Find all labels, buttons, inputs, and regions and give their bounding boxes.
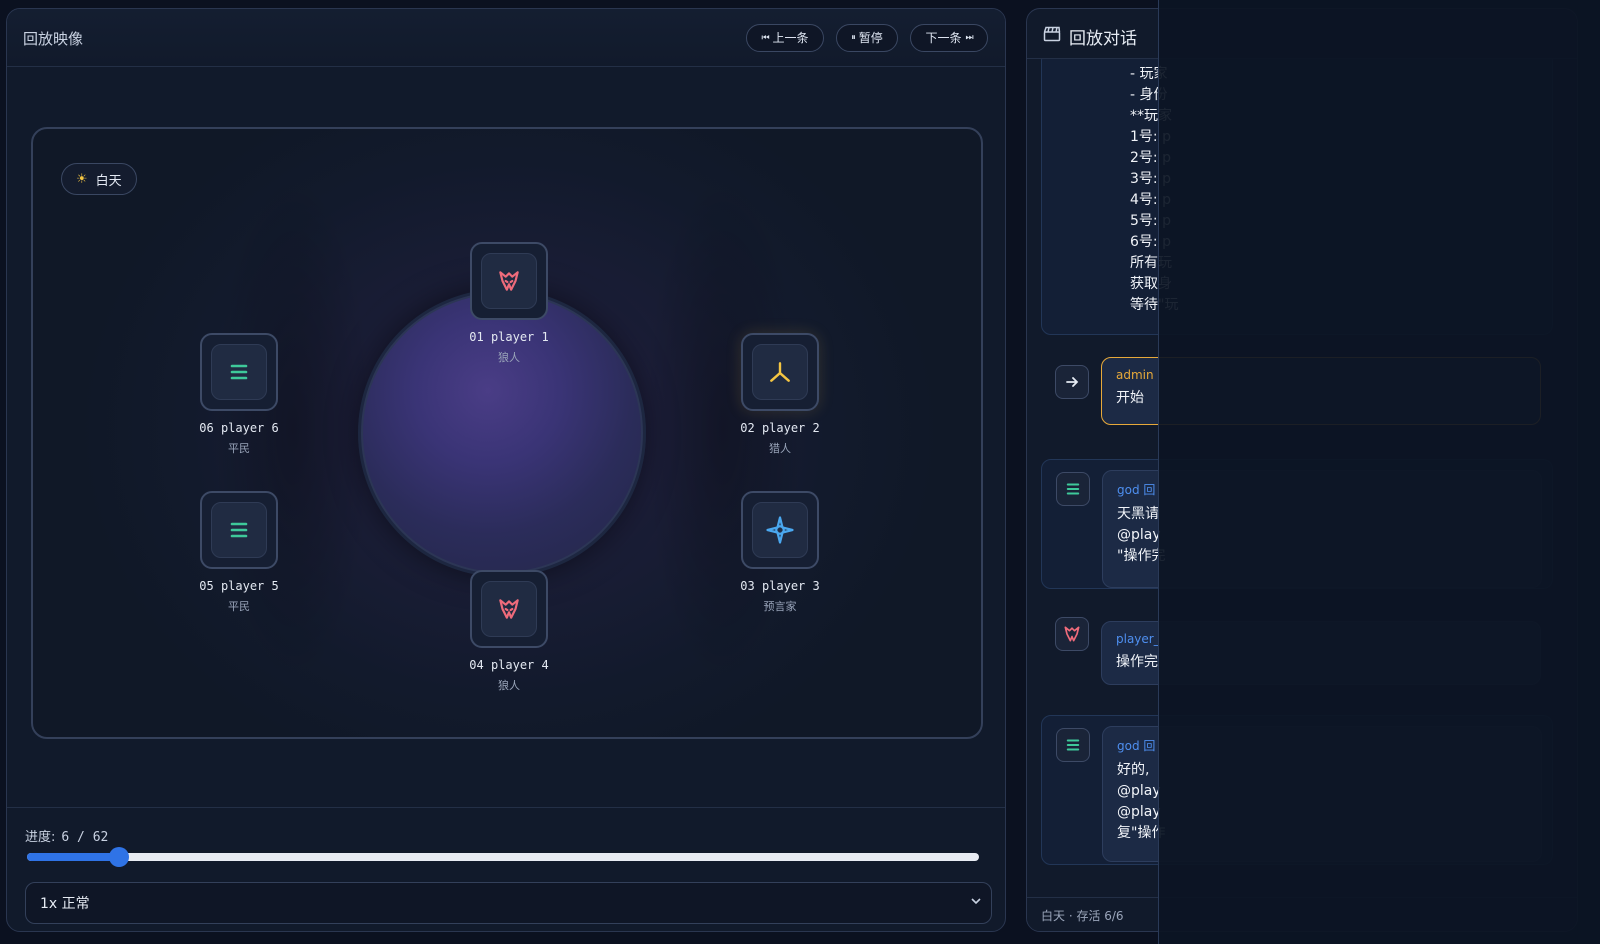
speed-value: 1x 正常 [40,896,90,912]
replay-title: 回放映像 [23,30,84,48]
chat-title: 回放对话 [1069,29,1137,49]
player-tile [470,242,548,320]
menu-icon [1056,472,1090,506]
villager-icon [230,364,248,380]
wolf-icon [499,271,519,291]
player-role: 狼人 [498,351,520,364]
player-tile [741,333,819,411]
player-tile [741,491,819,569]
status-text: 白天 · 存活 6/6 [1041,909,1124,923]
wolf-icon [1055,617,1089,651]
clapperboard-icon [1043,26,1061,42]
phase-label: 白天 [95,173,122,189]
menu-icon [1056,728,1090,762]
player-role: 平民 [228,442,250,455]
player-role: 平民 [228,600,250,613]
replay-header: 回放映像 ⏮ 上一条 ⏸ 暂停 下一条 ⏭ [7,9,1005,67]
speed-select[interactable]: 1x 正常 [25,882,992,924]
hunter-icon [770,362,790,382]
villager-icon [230,522,248,538]
player-seat-5[interactable]: 05 player 5 平民 [179,491,299,614]
progress-fill [27,853,120,861]
player-name: 03 player 3 [740,579,820,593]
chevron-down-icon [971,898,981,905]
player-seat-3[interactable]: 03 player 3 预言家 [720,491,840,614]
arrow-right-icon [1055,365,1089,399]
seer-icon [766,516,794,544]
player-role: 狼人 [498,679,520,692]
progress-label: 进度: 6 / 62 [25,830,109,845]
progress-thumb[interactable] [109,847,130,867]
previous-button-label: 上一条 [772,31,809,45]
progress-slider[interactable] [27,847,979,867]
player-name: 06 player 6 [199,421,279,435]
pause-button[interactable]: ⏸ 暂停 [836,24,898,52]
player-role: 预言家 [763,600,797,613]
player-tile [200,333,278,411]
player-name: 05 player 5 [199,579,279,593]
skip-back-icon: ⏮ [761,33,769,43]
player-seat-6[interactable]: 06 player 6 平民 [179,333,299,456]
previous-button[interactable]: ⏮ 上一条 [746,24,824,52]
player-seat-4[interactable]: 04 player 4 狼人 [449,570,569,693]
progress-value: 6 / 62 [61,830,109,845]
player-seat-2[interactable]: 02 player 2 猎人 [720,333,840,456]
phase-badge: ☀ 白天 [61,163,137,195]
player-name: 04 player 4 [469,658,549,672]
overlay-panel [1158,0,1600,944]
player-seat-1[interactable]: 01 player 1 狼人 [449,242,569,365]
pause-button-label: 暂停 [858,31,883,45]
player-role: 猎人 [769,442,791,455]
replay-panel: 回放映像 ⏮ 上一条 ⏸ 暂停 下一条 ⏭ ☀ 白天 01 player 1 狼… [6,8,1006,932]
pause-icon: ⏸ [851,33,855,43]
skip-forward-icon: ⏭ [965,33,973,43]
player-tile [200,491,278,569]
sun-icon: ☀ [76,171,88,187]
wolf-icon [499,599,519,619]
next-button[interactable]: 下一条 ⏭ [910,24,988,52]
player-tile [470,570,548,648]
player-name: 01 player 1 [469,330,549,344]
progress-area: 进度: 6 / 62 1x 正常 [7,807,1005,931]
game-board: ☀ 白天 01 player 1 狼人 02 player 2 猎人 03 pl… [31,127,983,739]
next-button-label: 下一条 [925,31,962,45]
player-name: 02 player 2 [740,421,820,435]
